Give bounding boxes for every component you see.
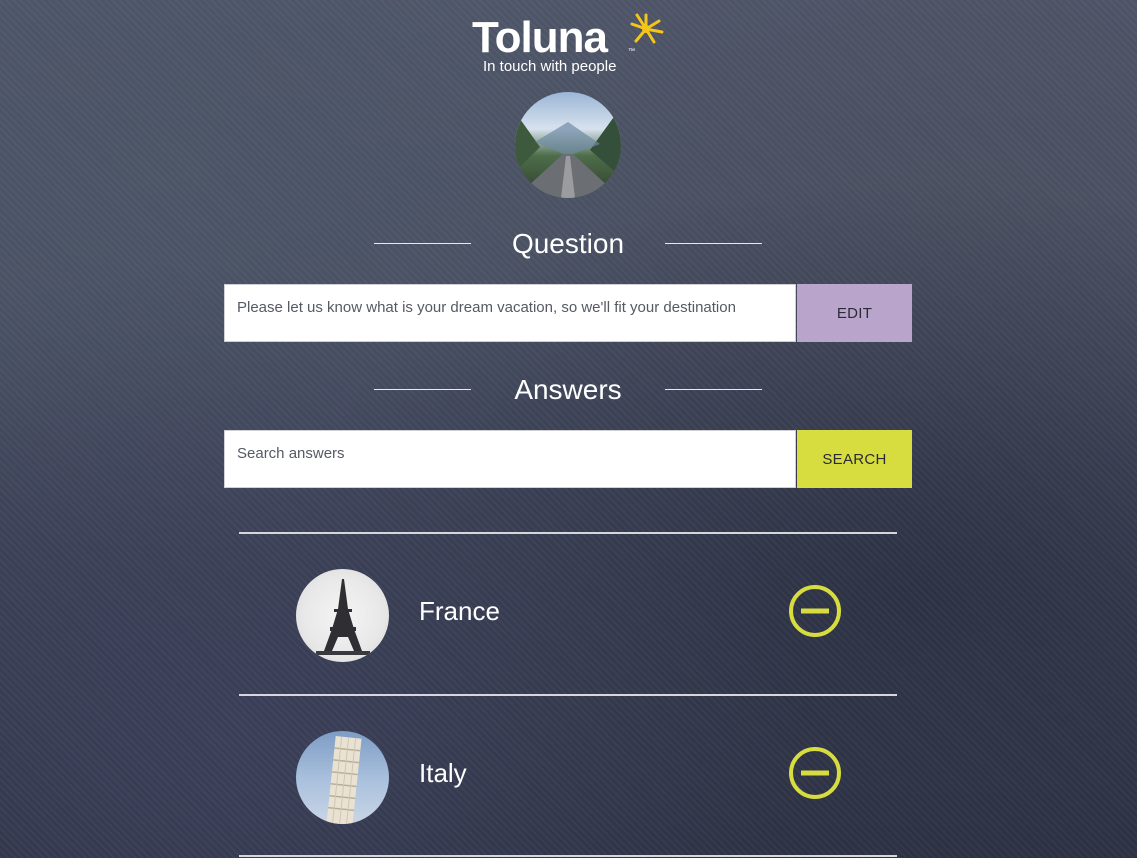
heading-divider-right [665, 243, 762, 244]
heading-divider-left [374, 389, 471, 390]
question-heading: Question [374, 229, 762, 259]
mountain-road-photo [515, 107, 621, 198]
question-image [515, 92, 621, 198]
logo-wordmark: Toluna [472, 13, 608, 62]
question-title: Question [511, 228, 625, 259]
pisa-tower-thumbnail [296, 731, 389, 824]
question-row: Please let us know what is your dream va… [224, 284, 912, 344]
search-button[interactable]: SEARCH [797, 430, 912, 488]
answers-title: Answers [514, 374, 622, 405]
toluna-logo: Toluna ™ In touch with people [468, 12, 668, 76]
minus-circle-icon[interactable] [788, 746, 842, 800]
answers-heading: Answers [374, 375, 762, 405]
answers-divider [239, 855, 897, 857]
logo-star-icon [630, 13, 664, 44]
trademark-symbol: ™ [628, 48, 635, 55]
question-field[interactable]: Please let us know what is your dream va… [224, 284, 796, 342]
eiffel-tower-thumbnail [296, 569, 389, 662]
answer-item-france: France [239, 534, 897, 694]
search-answers-input[interactable]: Search answers [224, 430, 796, 488]
logo-tagline: In touch with people [483, 58, 617, 75]
eiffel-tower-icon [316, 579, 370, 655]
heading-divider-right [665, 389, 762, 390]
answer-label: Italy [419, 758, 467, 788]
minus-circle-icon[interactable] [788, 584, 842, 638]
edit-button[interactable]: EDIT [797, 284, 912, 342]
search-row: Search answers SEARCH [224, 430, 912, 490]
answer-label: France [419, 596, 500, 626]
leaning-tower-icon [326, 736, 362, 824]
answer-item-italy: Italy [239, 696, 897, 856]
heading-divider-left [374, 243, 471, 244]
